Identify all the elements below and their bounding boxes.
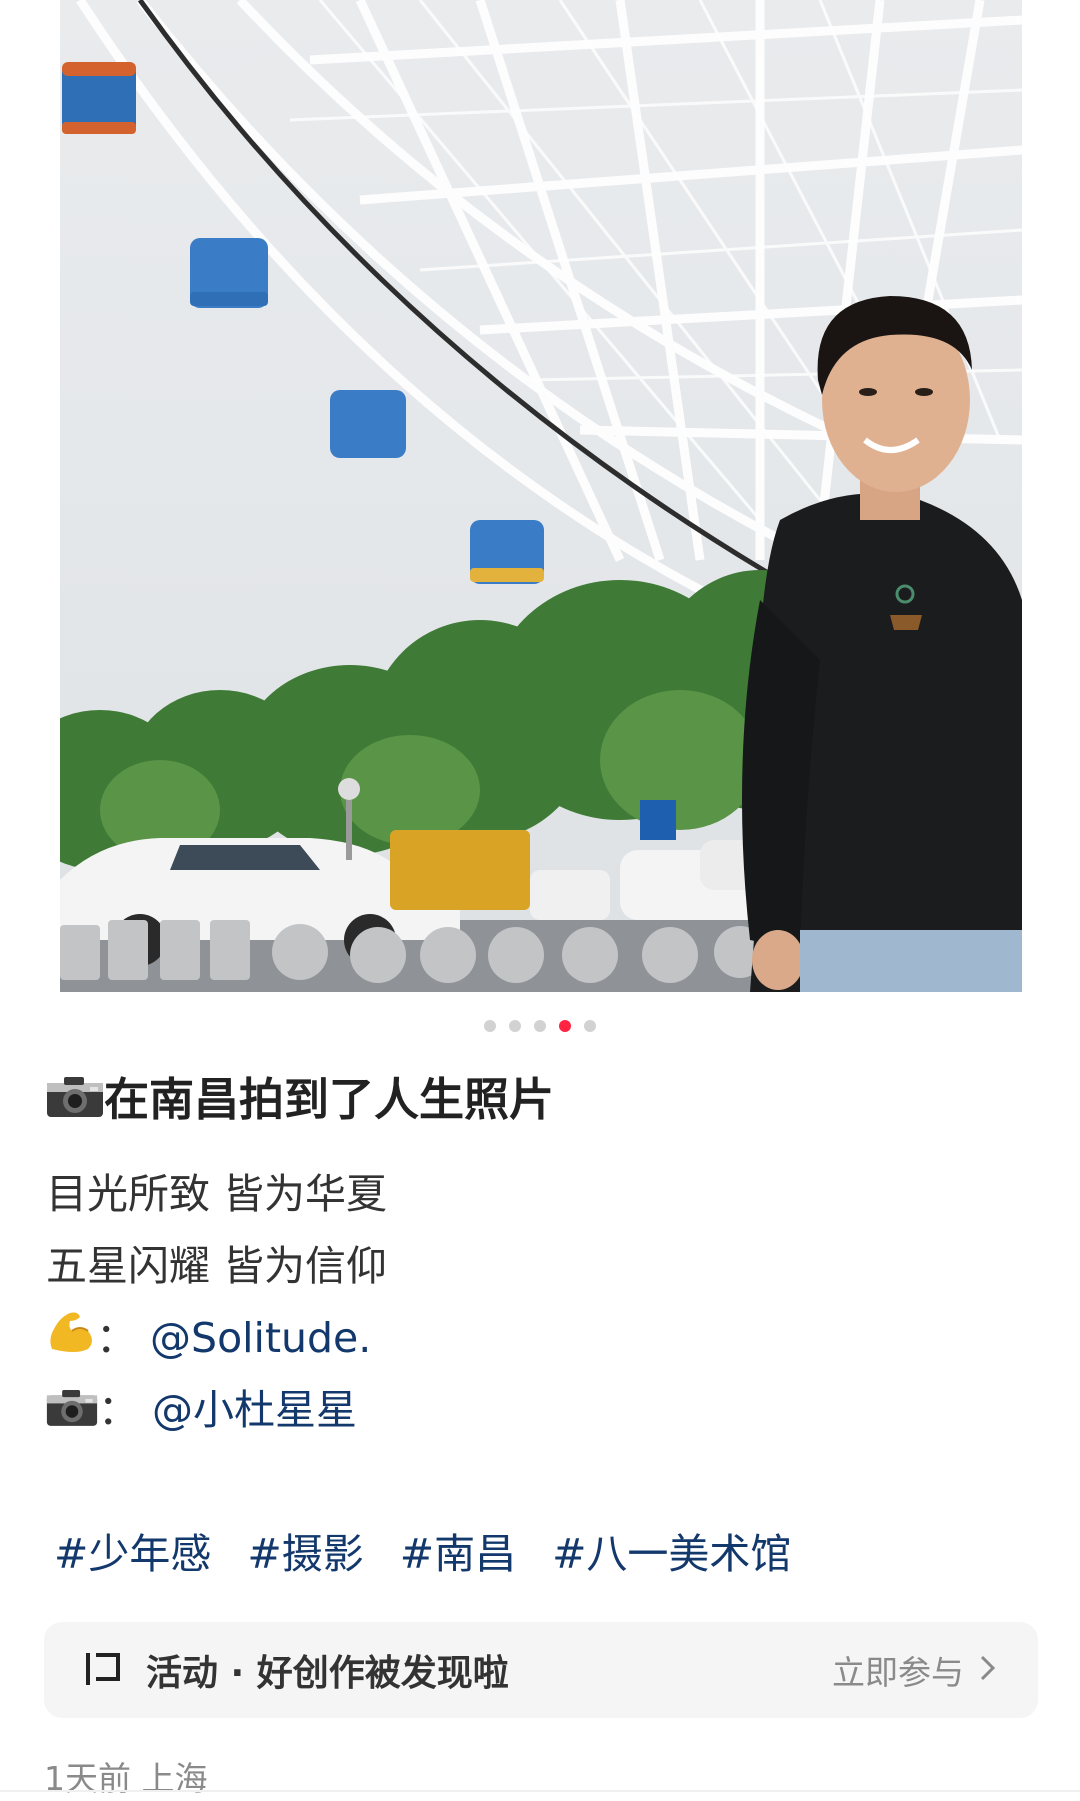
hashtag-link[interactable]: #摄影 [247,1526,363,1582]
hashtag-link[interactable]: #少年感 [54,1526,211,1582]
activity-banner[interactable]: 活动 · 好创作被发现啦 立即参与 [44,1622,1038,1718]
mention-link[interactable]: @小杜星星 [152,1386,357,1434]
pager-dot [484,1020,496,1032]
hashtag-list: #少年感 #摄影 #南昌 #八一美术馆 [54,1526,791,1582]
camera-icon [46,1071,104,1135]
camera-icon [46,1377,98,1449]
photo-scene [60,0,1022,992]
person [742,296,1022,992]
hashtag-link[interactable]: #八一美术馆 [552,1526,791,1582]
divider [0,1790,1080,1792]
pager-dot [509,1020,521,1032]
body-line: 目光所致 皆为华夏 [46,1170,388,1218]
note-title-text: 在南昌拍到了人生照片 [104,1073,555,1126]
note-body: 目光所致 皆为华夏 五星闪耀 皆为信仰 ： @Solitude. ： @小杜星星 [46,1158,387,1446]
note-title: 在南昌拍到了人生照片 [46,1068,554,1135]
pager-dot [584,1020,596,1032]
post-time-location: 1天前 上海 [44,1759,208,1798]
flexed-biceps-icon [46,1305,96,1377]
chevron-right-icon [978,1653,998,1687]
pager-dot-active [559,1020,571,1032]
body-line: 五星闪耀 皆为信仰 [46,1242,388,1290]
activity-flag-icon [82,1647,146,1693]
join-now-link[interactable]: 立即参与 [832,1646,964,1694]
note-detail-page: 在南昌拍到了人生照片 目光所致 皆为华夏 五星闪耀 皆为信仰 ： @Solitu… [0,0,1080,1801]
pager-dot [534,1020,546,1032]
activity-title: 活动 · 好创作被发现啦 [146,1653,509,1694]
hashtag-link[interactable]: #南昌 [400,1526,516,1582]
image-pager [0,1020,1080,1032]
credit-line-photographer: ： @小杜星星 [46,1374,387,1446]
note-photo[interactable] [60,0,1022,992]
mention-link[interactable]: @Solitude. [150,1314,371,1362]
credit-separator: ： [98,1386,139,1434]
credit-separator: ： [96,1314,137,1362]
credit-line-model: ： @Solitude. [46,1302,387,1374]
